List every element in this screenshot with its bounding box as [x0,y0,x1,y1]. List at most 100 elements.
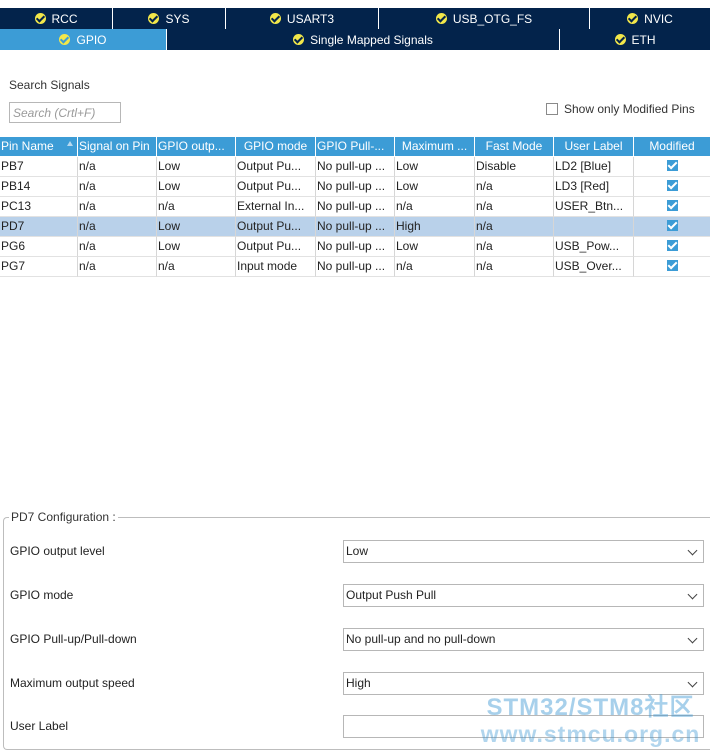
table-row[interactable]: PC13 n/a n/a External In... No pull-up ... n/… [0,197,710,217]
pin-configuration-panel: PD7 Configuration : GPIO output level Lo… [3,510,710,750]
table-row[interactable]: PD7 n/a Low Output Pu... No pull-up ... High n… [0,217,710,237]
cell-max-speed: Low [395,157,475,177]
tab-label: USART3 [286,11,335,26]
tab-rcc[interactable]: RCC [0,8,113,29]
select-value: No pull-up and no pull-down [346,632,496,646]
user-label-input[interactable] [343,715,704,738]
sort-ascending-icon [67,141,73,146]
cell-output-level: Low [157,157,236,177]
cell-user-label: LD3 [Red] [554,177,634,197]
tab-label: USB_OTG_FS [452,11,533,26]
tab-nvic[interactable]: NVIC [590,8,710,29]
cell-pull: No pull-up ... [316,257,395,277]
modified-checkbox-icon [666,180,678,192]
column-header-signal-on-pin[interactable]: Signal on Pin [78,137,157,156]
gpio-mode-select[interactable]: Output Push Pull [343,584,704,607]
cell-signal: n/a [78,197,157,217]
cell-output-level: n/a [157,197,236,217]
gpio-pull-select[interactable]: No pull-up and no pull-down [343,628,704,651]
column-header-pin-name[interactable]: Pin Name [0,137,78,156]
cell-output-level: Low [157,177,236,197]
column-header-label: Signal on Pin [79,139,150,153]
check-circle-icon [269,13,281,24]
maximum-output-speed-select[interactable]: High [343,672,704,695]
tab-eth[interactable]: ETH [560,29,710,50]
gpio-output-level-label: GPIO output level [10,544,105,558]
show-modified-pins-checkbox[interactable]: Show only Modified Pins [546,102,695,116]
tab-usb-otg-fs[interactable]: USB_OTG_FS [379,8,590,29]
cell-max-speed: Low [395,237,475,257]
cell-user-label: USB_Over... [554,257,634,277]
gpio-mode-label: GPIO mode [10,588,74,602]
tab-sys[interactable]: SYS [113,8,226,29]
gpio-output-level-select[interactable]: Low [343,540,704,563]
column-header-label: Modified [649,139,695,153]
check-circle-icon [435,13,447,24]
cell-pull: No pull-up ... [316,177,395,197]
column-header-fast-mode[interactable]: Fast Mode [475,137,554,156]
cell-pin-name: PG6 [0,237,78,257]
check-circle-icon [34,13,46,24]
cell-output-level: Low [157,217,236,237]
tab-usart3[interactable]: USART3 [226,8,379,29]
select-value: Output Push Pull [346,588,437,602]
table-header: Pin Name Signal on Pin GPIO outp... GPIO… [0,137,710,157]
column-header-label: Pin Name [1,139,54,153]
cell-modified [634,237,710,257]
tab-label: Single Mapped Signals [310,32,433,47]
cell-gpio-mode: Output Pu... [236,237,316,257]
column-header-maximum-output-speed[interactable]: Maximum ... [395,137,475,156]
table-row[interactable]: PB7 n/a Low Output Pu... No pull-up ... Low Di… [0,157,710,177]
tab-gpio[interactable]: GPIO [0,29,167,50]
modified-checkbox-icon [666,260,678,272]
cell-modified [634,217,710,237]
column-header-label: GPIO mode [243,139,308,153]
table-row[interactable]: PG6 n/a Low Output Pu... No pull-up ... Low n/… [0,237,710,257]
table-row[interactable]: PG7 n/a n/a Input mode No pull-up ... n/a n/a U… [0,257,710,277]
tab-label: GPIO [76,32,107,47]
column-header-label: GPIO outp... [158,139,225,153]
cell-signal: n/a [78,177,157,197]
column-header-gpio-pull[interactable]: GPIO Pull-... [316,137,395,156]
cell-modified [634,177,710,197]
cell-pull: No pull-up ... [316,197,395,217]
modified-checkbox-icon [666,160,678,172]
cell-fast-mode: n/a [475,217,554,237]
cell-max-speed: n/a [395,197,475,217]
checkbox-box[interactable] [546,103,558,115]
cell-gpio-mode: Output Pu... [236,217,316,237]
cell-gpio-mode: Output Pu... [236,177,316,197]
cell-gpio-mode: External In... [236,197,316,217]
cell-pull: No pull-up ... [316,237,395,257]
column-header-gpio-mode[interactable]: GPIO mode [236,137,316,156]
cell-gpio-mode: Input mode [236,257,316,277]
search-label: Search Signals [9,78,90,92]
check-circle-icon [148,13,160,24]
chevron-down-icon [687,589,698,600]
search-input[interactable] [9,102,121,123]
user-label-label: User Label [10,719,69,733]
column-header-label: GPIO Pull-... [317,139,385,153]
check-circle-icon [614,34,626,45]
cell-signal: n/a [78,217,157,237]
tab-single-mapped-signals[interactable]: Single Mapped Signals [167,29,560,50]
column-header-label: Maximum ... [401,139,468,153]
chevron-down-icon [687,545,698,556]
column-header-user-label[interactable]: User Label [554,137,634,156]
cell-pin-name: PD7 [0,217,78,237]
tab-label: RCC [51,11,78,26]
tab-label: NVIC [644,11,673,26]
column-header-modified[interactable]: Modified [634,137,710,156]
cell-signal: n/a [78,257,157,277]
table-row[interactable]: PB14 n/a Low Output Pu... No pull-up ... Low n… [0,177,710,197]
select-value: High [346,676,371,690]
cell-user-label: USER_Btn... [554,197,634,217]
column-header-gpio-output-level[interactable]: GPIO outp... [157,137,236,156]
checkbox-label: Show only Modified Pins [564,102,695,116]
chevron-down-icon [687,677,698,688]
cell-user-label: LD2 [Blue] [554,157,634,177]
cell-pin-name: PC13 [0,197,78,217]
cell-user-label: USB_Pow... [554,237,634,257]
tab-label: SYS [165,11,190,26]
chevron-down-icon [687,633,698,644]
